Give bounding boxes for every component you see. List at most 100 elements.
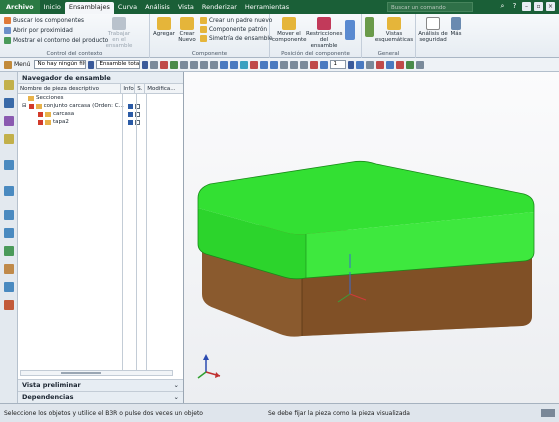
tree-row[interactable]: Secciones (18, 94, 183, 102)
process-studio-icon[interactable] (4, 246, 14, 256)
status-indicator-icon (541, 409, 555, 417)
crear-padre-button[interactable]: Crear un padre nuevo (200, 17, 272, 24)
trabajar-ensamble-button[interactable]: Trabajar en el ensamble (104, 17, 134, 49)
toolbar-tool-icon[interactable] (406, 60, 415, 69)
mas-button[interactable]: Más (448, 17, 464, 37)
save-status-icon (128, 103, 133, 109)
column-header-info[interactable]: Info (121, 84, 136, 93)
column-header-name[interactable]: Nombre de pieza descriptivo (18, 84, 122, 93)
toolbar-tool-icon[interactable] (290, 60, 299, 69)
toolbar-tool-icon[interactable] (230, 60, 239, 69)
toolbar-tool-icon[interactable] (190, 60, 199, 69)
exploded-views-icon (387, 17, 401, 30)
command-search-input[interactable]: Buscar un comando (387, 2, 473, 12)
tab-ensamblajes[interactable]: Ensamblajes (64, 2, 114, 14)
toolbar-tool-icon[interactable] (396, 60, 405, 69)
checkbox-icon[interactable] (38, 111, 43, 117)
toolbar-tool-icon[interactable] (200, 60, 209, 69)
tree-row[interactable]: ⊟ conjunto carcasa (Orden: C... (18, 102, 183, 110)
simetria-ensamble-button[interactable]: Simetría de ensamble (200, 35, 273, 42)
restricciones-button[interactable]: Restricciones del ensamble (306, 17, 342, 49)
dropdown-icon[interactable] (348, 60, 355, 69)
system-scenes-icon[interactable] (4, 300, 14, 310)
scroll-thumb[interactable] (61, 372, 101, 374)
pane-dependencias[interactable]: Dependencias ⌄ (18, 391, 183, 403)
chevron-down-icon[interactable]: ⌄ (174, 380, 179, 391)
search-icon[interactable]: ⌕ (498, 2, 507, 11)
analisis-seguridad-button[interactable]: Análisis de seguridad (418, 17, 448, 43)
hd3d-icon[interactable] (4, 160, 14, 170)
componente-patron-button[interactable]: Componente patrón (200, 26, 267, 33)
toolbar-tool-icon[interactable] (150, 60, 159, 69)
mostrar-contorno-button[interactable]: Mostrar el contorno del producto (4, 37, 108, 44)
toolbar-tool-icon[interactable] (280, 60, 289, 69)
restore-icon[interactable]: ▫ (534, 2, 543, 11)
minimize-icon[interactable]: – (522, 2, 531, 11)
layer-number-field[interactable]: 1 (330, 60, 347, 69)
horizontal-scrollbar[interactable] (20, 370, 173, 376)
buscar-componentes-button[interactable]: Buscar los componentes (4, 17, 84, 24)
dropdown-icon[interactable] (142, 60, 149, 69)
pane-vista-preliminar[interactable]: Vista preliminar ⌄ (18, 379, 183, 391)
toolbar-tool-icon[interactable] (220, 60, 229, 69)
assembly-navigator-icon[interactable] (4, 98, 14, 108)
security-analysis-icon (426, 17, 440, 30)
constraint-navigator-icon[interactable] (4, 116, 14, 126)
column-header-modified[interactable]: Modifica... (145, 84, 183, 93)
toolbar-tool-icon[interactable] (356, 60, 365, 69)
close-icon[interactable]: × (546, 2, 555, 11)
toolbar-tool-icon[interactable] (416, 60, 425, 69)
toolbar-tool-icon[interactable] (170, 60, 179, 69)
toolbar-tool-icon[interactable] (386, 60, 395, 69)
part-navigator-icon[interactable] (4, 80, 14, 90)
toolbar-tool-icon[interactable] (310, 60, 319, 69)
general-tools-icon[interactable] (364, 17, 374, 37)
tree-row[interactable]: carcasa (18, 110, 183, 118)
tab-inicio[interactable]: Inicio (40, 0, 65, 14)
toolbar-tool-icon[interactable] (366, 60, 375, 69)
tab-herramientas[interactable]: Herramientas (241, 0, 293, 14)
scope-select[interactable]: Ensamble total (96, 60, 141, 69)
toolbar-tool-icon[interactable] (240, 60, 249, 69)
help-icon[interactable]: ? (510, 2, 519, 11)
column-header-s[interactable]: S. (135, 84, 146, 93)
toolbar-tool-icon[interactable] (320, 60, 329, 69)
mover-componente-button[interactable]: Mover el componente (272, 17, 307, 43)
menu-button[interactable]: Menú (14, 61, 30, 68)
type-filter-select[interactable]: No hay ningún filtro (34, 60, 87, 69)
graphics-window[interactable] (184, 72, 559, 403)
new-parent-icon (200, 17, 207, 24)
toolbar-tool-icon[interactable] (376, 60, 385, 69)
crear-nuevo-button[interactable]: Crear Nuevo (176, 17, 198, 43)
toolbar-tool-icon[interactable] (270, 60, 279, 69)
menu-icon[interactable] (4, 60, 12, 69)
toolbar-tool-icon[interactable] (160, 60, 169, 69)
tab-curva[interactable]: Curva (114, 0, 141, 14)
agregar-button[interactable]: Agregar (152, 17, 176, 37)
toolbar-tool-icon[interactable] (250, 60, 259, 69)
position-extra-icons[interactable] (342, 20, 358, 41)
dropdown-icon[interactable] (88, 60, 95, 69)
history-icon[interactable] (4, 210, 14, 220)
abrir-proximidad-button[interactable]: Abrir por proximidad (4, 27, 73, 34)
tree-row[interactable]: tapa2 (18, 118, 183, 126)
reuse-library-icon[interactable] (4, 134, 14, 144)
tab-renderizar[interactable]: Renderizar (198, 0, 241, 14)
toolbar-tool-icon[interactable] (260, 60, 269, 69)
chevron-down-icon[interactable]: ⌄ (174, 392, 179, 403)
toolbar-tool-icon[interactable] (300, 60, 309, 69)
toolbar-tool-icon[interactable] (180, 60, 189, 69)
system-materials-icon[interactable] (4, 228, 14, 238)
checkbox-icon[interactable] (38, 119, 43, 125)
manufacturing-wizard-icon[interactable] (4, 264, 14, 274)
web-browser-icon[interactable] (4, 186, 14, 196)
checkbox-icon[interactable] (28, 103, 34, 109)
roles-icon[interactable] (4, 282, 14, 292)
assembly-tree: Secciones ⊟ conjunto carcasa (Orden: C..… (18, 94, 183, 126)
collapse-icon[interactable]: ⊟ (22, 102, 27, 110)
toolbar-tool-icon[interactable] (210, 60, 219, 69)
tab-analisis[interactable]: Análisis (141, 0, 174, 14)
tab-vista[interactable]: Vista (174, 0, 198, 14)
tab-archivo[interactable]: Archivo (0, 0, 40, 14)
vistas-esquematicas-button[interactable]: Vistas esquemáticas (374, 17, 414, 43)
